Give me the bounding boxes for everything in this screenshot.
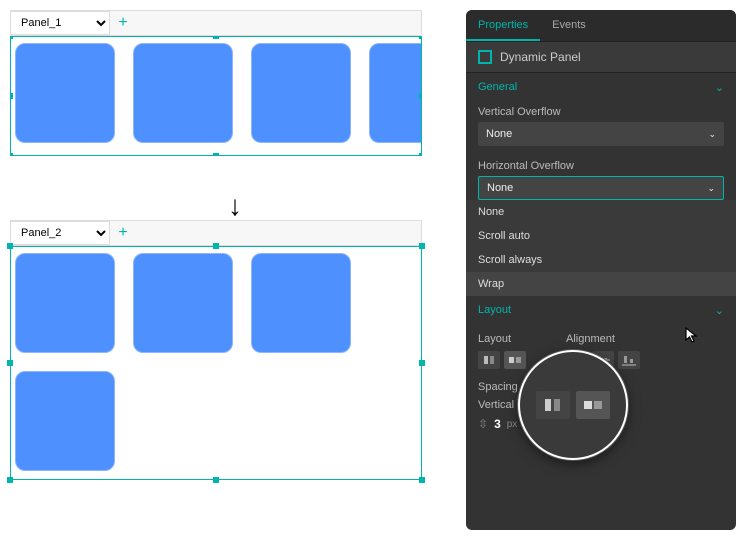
chevron-down-icon: ⌄ xyxy=(708,129,716,140)
layout-free-button-zoom xyxy=(536,391,570,419)
dropdown-list: None Scroll auto Scroll always Wrap xyxy=(466,200,736,296)
field-label: Vertical Overflow xyxy=(478,106,724,118)
tile[interactable] xyxy=(133,43,233,143)
layout-horizontal-button-zoom xyxy=(576,391,610,419)
field-horizontal-overflow: Horizontal Overflow None ⌄ xyxy=(466,156,736,200)
dropdown-option-scroll-always[interactable]: Scroll always xyxy=(466,248,736,272)
chevron-down-icon: ⌄ xyxy=(715,81,724,94)
arrow-down-icon: ↓ xyxy=(220,190,250,222)
tile[interactable] xyxy=(251,253,351,353)
dropdown-option-scroll-auto[interactable]: Scroll auto xyxy=(466,224,736,248)
section-layout[interactable]: Layout ⌄ xyxy=(466,296,736,325)
dynamic-panel-icon xyxy=(478,50,492,64)
component-header: Dynamic Panel xyxy=(466,42,736,73)
dropdown-option-none[interactable]: None xyxy=(466,200,736,224)
layout-horizontal-button[interactable] xyxy=(504,351,526,369)
tile-row-wrapped xyxy=(11,247,421,477)
layout-label: Layout xyxy=(478,333,526,345)
layout-buttons xyxy=(478,351,526,369)
dropdown-option-wrap[interactable]: Wrap xyxy=(466,272,736,296)
align-bottom-button[interactable] xyxy=(618,351,640,369)
selection-box[interactable] xyxy=(10,246,422,480)
design-canvas[interactable]: Panel_1 + ↓ Panel_2 + xyxy=(10,10,422,480)
cursor-icon xyxy=(684,326,702,344)
panel-2[interactable]: Panel_2 + xyxy=(10,220,422,480)
tile[interactable] xyxy=(15,371,115,471)
panel-header: Panel_1 + xyxy=(10,10,422,36)
field-label: Horizontal Overflow xyxy=(478,160,724,172)
tile-row xyxy=(11,37,421,149)
tile[interactable] xyxy=(369,43,422,143)
tile[interactable] xyxy=(15,43,115,143)
chevron-down-icon: ⌄ xyxy=(707,183,715,194)
tile[interactable] xyxy=(251,43,351,143)
panel-1[interactable]: Panel_1 + xyxy=(10,10,422,156)
inspector-tabs: Properties Events xyxy=(466,10,736,42)
vertical-spacing-icon: ⇳ xyxy=(478,417,488,431)
spacing-vertical: Vertical ⇳ 3 px xyxy=(478,399,517,431)
panel-name-select[interactable]: Panel_2 xyxy=(10,221,110,245)
tile[interactable] xyxy=(15,253,115,353)
tab-properties[interactable]: Properties xyxy=(466,10,540,41)
tab-events[interactable]: Events xyxy=(540,10,598,41)
add-state-button[interactable]: + xyxy=(110,14,136,32)
add-state-button[interactable]: + xyxy=(110,224,136,242)
horizontal-overflow-select[interactable]: None ⌄ xyxy=(478,176,724,200)
selection-box[interactable] xyxy=(10,36,422,156)
layout-free-button[interactable] xyxy=(478,351,500,369)
spacing-vertical-input[interactable]: ⇳ 3 px xyxy=(478,417,517,431)
component-name: Dynamic Panel xyxy=(500,50,581,64)
magnifier-lens xyxy=(518,350,628,460)
tile[interactable] xyxy=(133,253,233,353)
chevron-down-icon: ⌄ xyxy=(715,304,724,317)
field-vertical-overflow: Vertical Overflow None ⌄ xyxy=(466,102,736,156)
section-general[interactable]: General ⌄ xyxy=(466,73,736,102)
alignment-label: Alignment xyxy=(566,333,640,345)
vertical-overflow-select[interactable]: None ⌄ xyxy=(478,122,724,146)
panel-name-select[interactable]: Panel_1 xyxy=(10,11,110,35)
